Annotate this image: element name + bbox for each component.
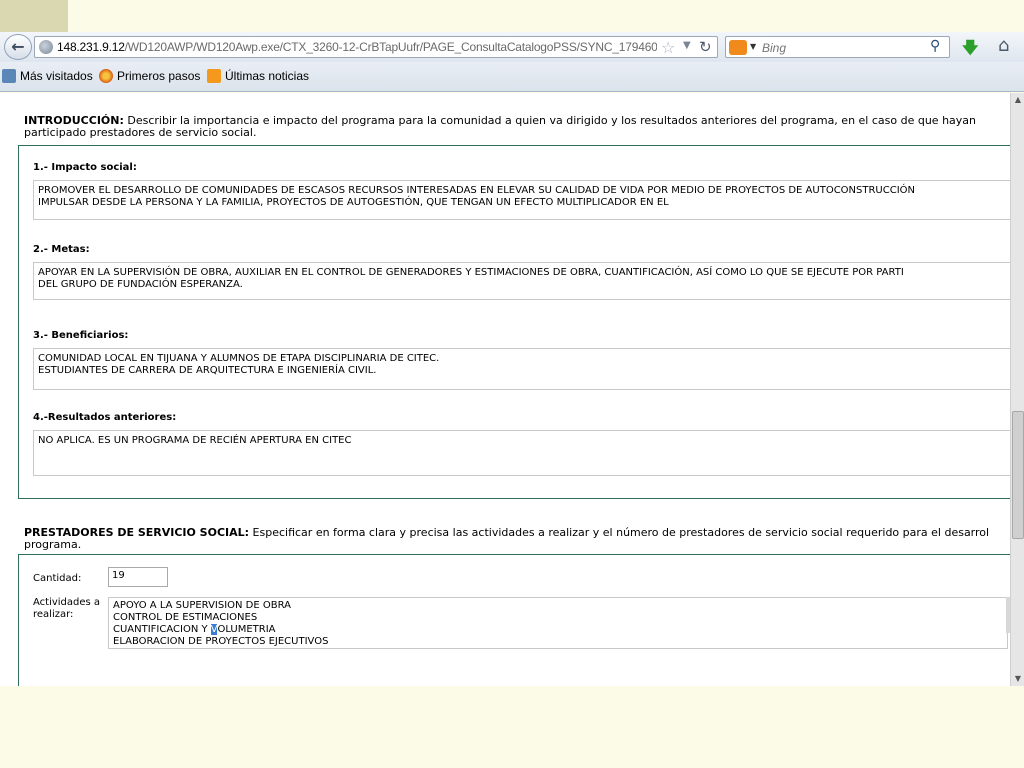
navigation-toolbar: ← 148.231.9.12/WD120AWP/WD120Awp.exe/CTX… bbox=[0, 32, 1024, 62]
search-input[interactable] bbox=[762, 39, 922, 56]
rss-feed-icon bbox=[207, 69, 221, 83]
bookmark-label: Más visitados bbox=[20, 69, 93, 83]
impacto-social-label: 1.- Impacto social: bbox=[33, 162, 137, 173]
scroll-thumb[interactable] bbox=[1012, 411, 1024, 539]
actividades-label: Actividades a realizar: bbox=[33, 597, 101, 620]
beneficiarios-field[interactable]: COMUNIDAD LOCAL EN TIJUANA Y ALUMNOS DE … bbox=[33, 348, 1010, 390]
scroll-up-arrow-icon[interactable]: ▲ bbox=[1011, 93, 1024, 107]
bookmark-label: Primeros pasos bbox=[117, 69, 201, 83]
url-text[interactable]: 148.231.9.12/WD120AWP/WD120Awp.exe/CTX_3… bbox=[57, 40, 657, 54]
back-arrow-icon[interactable]: ← bbox=[4, 34, 32, 60]
search-engine-icon[interactable] bbox=[729, 40, 747, 55]
url-path: /WD120AWP/WD120Awp.exe/CTX_3260-12-CrBTa… bbox=[124, 40, 657, 54]
field-line: ESTUDIANTES DE CARRERA DE ARQUITECTURA E… bbox=[38, 365, 377, 376]
actividad-line: CONTROL DE ESTIMACIONES bbox=[113, 612, 258, 623]
field-line: APOYAR EN LA SUPERVISIÓN DE OBRA, AUXILI… bbox=[38, 267, 904, 278]
prestadores-paragraph: PRESTADORES DE SERVICIO SOCIAL: Especifi… bbox=[24, 527, 1010, 551]
engine-dropdown-icon[interactable]: ▼ bbox=[750, 42, 756, 51]
resultados-anteriores-field[interactable]: NO APLICA. ES UN PROGRAMA DE RECIÉN APER… bbox=[33, 430, 1010, 476]
cantidad-label: Cantidad: bbox=[33, 573, 82, 584]
search-bar[interactable]: ▼ ⚲ bbox=[725, 36, 950, 58]
page-scrollbar[interactable]: ▲ ▼ bbox=[1010, 93, 1024, 686]
star-icon[interactable]: ☆ bbox=[661, 38, 675, 57]
prestadores-panel: Cantidad: 19 Actividades a realizar: APO… bbox=[18, 554, 1010, 686]
impacto-social-field[interactable]: PROMOVER EL DESARROLLO DE COMUNIDADES DE… bbox=[33, 180, 1010, 220]
page-content: INTRODUCCIÓN: Describir la importancia e… bbox=[0, 93, 1010, 686]
field-line: DEL GRUPO DE FUNDACIÓN ESPERANZA. bbox=[38, 279, 243, 290]
cantidad-input[interactable]: 19 bbox=[108, 567, 168, 587]
actividad-line-selected: CUANTIFICACION Y VOLUMETRIA bbox=[113, 624, 276, 635]
field-line: PROMOVER EL DESARROLLO DE COMUNIDADES DE… bbox=[38, 185, 916, 196]
actividad-line: APOYO A LA SUPERVISION DE OBRA bbox=[113, 600, 291, 611]
field-line: COMUNIDAD LOCAL EN TIJUANA Y ALUMNOS DE … bbox=[38, 353, 440, 364]
intro-paragraph: INTRODUCCIÓN: Describir la importancia e… bbox=[24, 115, 1004, 139]
metas-label: 2.- Metas: bbox=[33, 244, 90, 255]
bookmark-mas-visitados[interactable]: Más visitados bbox=[2, 69, 93, 83]
bookmark-label: Últimas noticias bbox=[225, 69, 310, 83]
bookmark-primeros-pasos[interactable]: Primeros pasos bbox=[99, 69, 200, 83]
url-bar[interactable]: 148.231.9.12/WD120AWP/WD120Awp.exe/CTX_3… bbox=[34, 36, 718, 58]
firefox-icon bbox=[99, 69, 113, 83]
history-dropdown-icon[interactable]: ▼ bbox=[683, 40, 691, 51]
slide-corner-block bbox=[0, 0, 68, 32]
url-host: 148.231.9.12 bbox=[57, 40, 125, 54]
scroll-down-arrow-icon[interactable]: ▼ bbox=[1011, 672, 1024, 686]
field-line: IMPULSAR DESDE LA PERSONA Y LA FAMILIA, … bbox=[38, 197, 669, 208]
screen: ← 148.231.9.12/WD120AWP/WD120Awp.exe/CTX… bbox=[0, 0, 1024, 768]
bookmark-ultimas-noticias[interactable]: Últimas noticias bbox=[207, 69, 309, 83]
actividad-line: ELABORACION DE PROYECTOS EJECUTIVOS bbox=[113, 636, 329, 647]
intro-text: Describir la importancia e impacto del p… bbox=[24, 114, 977, 139]
actividades-textarea[interactable]: APOYO A LA SUPERVISION DE OBRA CONTROL D… bbox=[108, 597, 1008, 649]
metas-field[interactable]: APOYAR EN LA SUPERVISIÓN DE OBRA, AUXILI… bbox=[33, 262, 1010, 300]
beneficiarios-label: 3.- Beneficiarios: bbox=[33, 330, 129, 341]
field-line: NO APLICA. ES UN PROGRAMA DE RECIÉN APER… bbox=[38, 435, 352, 446]
bookmark-folder-icon bbox=[2, 69, 16, 83]
resultados-anteriores-label: 4.-Resultados anteriores: bbox=[33, 412, 177, 423]
reload-icon[interactable]: ↻ bbox=[699, 38, 712, 56]
globe-icon bbox=[39, 40, 53, 54]
intro-panel: 1.- Impacto social: PROMOVER EL DESARROL… bbox=[18, 145, 1010, 499]
download-arrow-icon[interactable]: 🡇 bbox=[962, 37, 978, 64]
home-icon[interactable]: ⌂ bbox=[998, 35, 1009, 56]
search-icon[interactable]: ⚲ bbox=[930, 38, 940, 54]
bookmarks-toolbar: Más visitados Primeros pasos Últimas not… bbox=[0, 62, 1024, 92]
